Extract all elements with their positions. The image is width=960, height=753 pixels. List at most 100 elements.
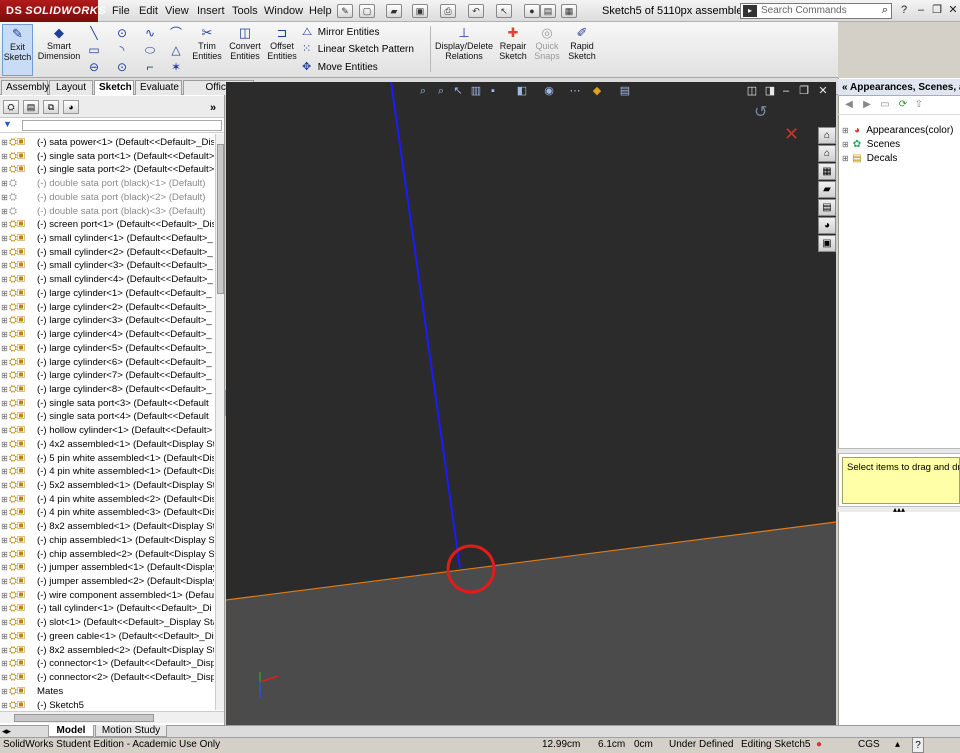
rebuild-status-icon[interactable]: ●: [816, 737, 822, 753]
display-style-icon[interactable]: ◉: [542, 84, 556, 98]
task-pane-divider[interactable]: [838, 448, 960, 454]
tab-scroll-icon[interactable]: ◂▸: [2, 726, 11, 737]
rebuild-icon[interactable]: ●: [524, 4, 540, 18]
tree-item[interactable]: ⊞⛭▣ (-) 5 pin white assembled<1> (Default…: [0, 452, 214, 466]
tree-item[interactable]: ⊞⛭▣ (-) single sata port<4> (Default<<Def…: [0, 410, 214, 424]
mirror-entities-button[interactable]: ⧍ Mirror Entities: [302, 24, 379, 41]
tree-item[interactable]: ⊞⛭▣ (-) 4x2 assembled<1> (Default<Display…: [0, 438, 214, 452]
select-arrow-icon[interactable]: ↖: [496, 4, 512, 18]
tree-item[interactable]: ⊞⛭▣ (-) single sata port<1> (Default<<Def…: [0, 150, 214, 164]
expand-icon[interactable]: ⊞: [0, 644, 9, 658]
edit-appearance-icon[interactable]: ◆: [590, 84, 604, 98]
menu-view[interactable]: View: [165, 0, 189, 22]
task-pane-item-decals[interactable]: ⊞ ▤ Decals: [842, 152, 897, 166]
view-orientation-icon[interactable]: ◧: [515, 84, 529, 98]
expand-icon[interactable]: ⊞: [0, 259, 9, 273]
viewport-canvas[interactable]: [226, 82, 836, 725]
tree-item[interactable]: ⊞⛭▣ (-) small cylinder<3> (Default<<Defau…: [0, 259, 214, 273]
arc-icon[interactable]: ◝: [114, 42, 130, 58]
save-icon[interactable]: ▣: [412, 4, 428, 18]
tree-item[interactable]: ⊞⛭▣ (-) chip assembled<2> (Default<Displa…: [0, 548, 214, 562]
graphics-area[interactable]: ◫ ◨ – ❐ ✕ ↺ ✕: [226, 82, 836, 725]
search-icon[interactable]: ⌕: [882, 4, 888, 17]
expand-icon[interactable]: ⊞: [0, 410, 9, 424]
sketch-line[interactable]: [390, 82, 461, 569]
view-settings-icon[interactable]: ▤: [618, 84, 632, 98]
expand-icon[interactable]: ⊞: [0, 177, 9, 191]
scroll-thumb[interactable]: [14, 714, 154, 722]
expand-icon[interactable]: ⊞: [0, 356, 9, 370]
zoom-to-area-icon[interactable]: ⌕: [434, 84, 448, 98]
expand-icon[interactable]: ⊞: [842, 152, 850, 166]
tree-item[interactable]: ⊞⛭ (-) double sata port (black)<2> (Defau…: [0, 191, 214, 205]
tree-item[interactable]: ⊞⛭▣ (-) jumper assembled<2> (Default<Disp…: [0, 575, 214, 589]
offset-entities-button[interactable]: ⊐ Offset Entities: [266, 24, 298, 76]
tree-item[interactable]: ⊞⛭▣ (-) 4 pin white assembled<3> (Default…: [0, 506, 214, 520]
expand-icon[interactable]: ⊞: [0, 602, 9, 616]
centerline-icon[interactable]: ⌐: [142, 59, 158, 75]
expand-icon[interactable]: ⊞: [0, 452, 9, 466]
restore-icon[interactable]: ❐: [930, 3, 944, 17]
property-manager-icon[interactable]: ▤: [23, 100, 39, 114]
tree-item[interactable]: ⊞⛭▣ (-) small cylinder<4> (Default<<Defau…: [0, 273, 214, 287]
configuration-manager-icon[interactable]: ⧉: [43, 100, 59, 114]
expand-icon[interactable]: ⊞: [0, 246, 9, 260]
expand-icon[interactable]: ⊞: [0, 397, 9, 411]
tree-item[interactable]: ⊞⛭▣ (-) 8x2 assembled<1> (Default<Display…: [0, 520, 214, 534]
spline-icon[interactable]: ∿: [142, 25, 158, 41]
feature-filter[interactable]: ▼: [0, 119, 224, 133]
rectangle-icon[interactable]: ▭: [86, 42, 102, 58]
new-document-icon[interactable]: ▢: [359, 4, 375, 18]
menu-insert[interactable]: Insert: [197, 0, 225, 22]
folder-icon[interactable]: ▭: [878, 99, 892, 113]
tree-item[interactable]: ⊞⛭▣ (-) connector<2> (Default<<Default>_D…: [0, 671, 214, 685]
expand-icon[interactable]: ⊞: [0, 150, 9, 164]
tree-horizontal-scrollbar[interactable]: [0, 711, 224, 723]
display-delete-relations-button[interactable]: ⊥ Display/Delete Relations: [434, 24, 494, 76]
expand-icon[interactable]: ⊞: [0, 561, 9, 575]
tree-item[interactable]: ⊞⛭▣ (-) large cylinder<4> (Default<<Defau…: [0, 328, 214, 342]
viewport-minimize-icon[interactable]: –: [779, 84, 793, 98]
feature-tree-icon[interactable]: ⛭: [3, 100, 19, 114]
expand-icon[interactable]: ⊞: [0, 575, 9, 589]
exit-sketch-button[interactable]: ✎ Exit Sketch: [2, 24, 33, 76]
expand-icon[interactable]: ⊞: [0, 438, 9, 452]
expand-icon[interactable]: ⊞: [0, 301, 9, 315]
back-icon[interactable]: ◀: [842, 99, 856, 113]
solidworks-logo[interactable]: DS SOLIDWORKS: [0, 0, 106, 22]
tree-item[interactable]: ⊞⛭▣ (-) slot<1> (Default<<Default>_Displa…: [0, 616, 214, 630]
tab-motion-study[interactable]: Motion Study 1: [95, 725, 167, 747]
tab-evaluate[interactable]: Evaluate: [135, 80, 182, 95]
expand-icon[interactable]: ⊞: [0, 383, 9, 397]
status-units[interactable]: CGS: [858, 737, 880, 753]
expand-icon[interactable]: ⊞: [0, 232, 9, 246]
tree-item[interactable]: ⊞⛭▣ (-) jumper assembled<1> (Default<Disp…: [0, 561, 214, 575]
tree-item[interactable]: ⊞⛭▣ (-) tall cylinder<1> (Default<<Defaul…: [0, 602, 214, 616]
tree-item[interactable]: ⊞⛭▣ (-) large cylinder<3> (Default<<Defau…: [0, 314, 214, 328]
linear-sketch-pattern-button[interactable]: ⁙ Linear Sketch Pattern: [302, 41, 414, 58]
polygon-icon[interactable]: △: [168, 42, 184, 58]
tree-item[interactable]: ⊞⛭▣ (-) 8x2 assembled<2> (Default<Display…: [0, 644, 214, 658]
refresh-icon[interactable]: ⟳: [896, 99, 910, 113]
menu-help[interactable]: Help: [309, 0, 332, 22]
tree-item[interactable]: ⊞⛭▣ Mates: [0, 685, 214, 699]
split-view-icon[interactable]: ◨: [763, 84, 777, 98]
expand-icon[interactable]: ⊞: [0, 369, 9, 383]
task-pane-splitter[interactable]: ▴▴▴: [838, 506, 960, 514]
collapse-task-pane-icon[interactable]: «: [842, 82, 848, 93]
expand-icon[interactable]: ⊞: [0, 493, 9, 507]
display-manager-icon[interactable]: ◕: [63, 100, 79, 114]
tree-vertical-scrollbar[interactable]: [215, 134, 224, 710]
expand-icon[interactable]: ⊞: [0, 616, 9, 630]
scroll-thumb[interactable]: [217, 144, 224, 294]
tile-view-icon[interactable]: ◫: [745, 84, 759, 98]
viewport-close-icon[interactable]: ✕: [816, 84, 830, 98]
trim-entities-button[interactable]: ✂ Trim Entities: [190, 24, 224, 76]
filter-icon[interactable]: ▼: [3, 119, 12, 129]
expand-icon[interactable]: ⊞: [0, 589, 9, 603]
units-dropdown-icon[interactable]: ▴: [895, 737, 900, 753]
close-window-icon[interactable]: ✕: [946, 3, 960, 17]
expand-icon[interactable]: ⊞: [0, 479, 9, 493]
tree-item[interactable]: ⊞⛭ (-) double sata port (black)<1> (Defau…: [0, 177, 214, 191]
expand-icon[interactable]: ⊞: [0, 136, 9, 150]
